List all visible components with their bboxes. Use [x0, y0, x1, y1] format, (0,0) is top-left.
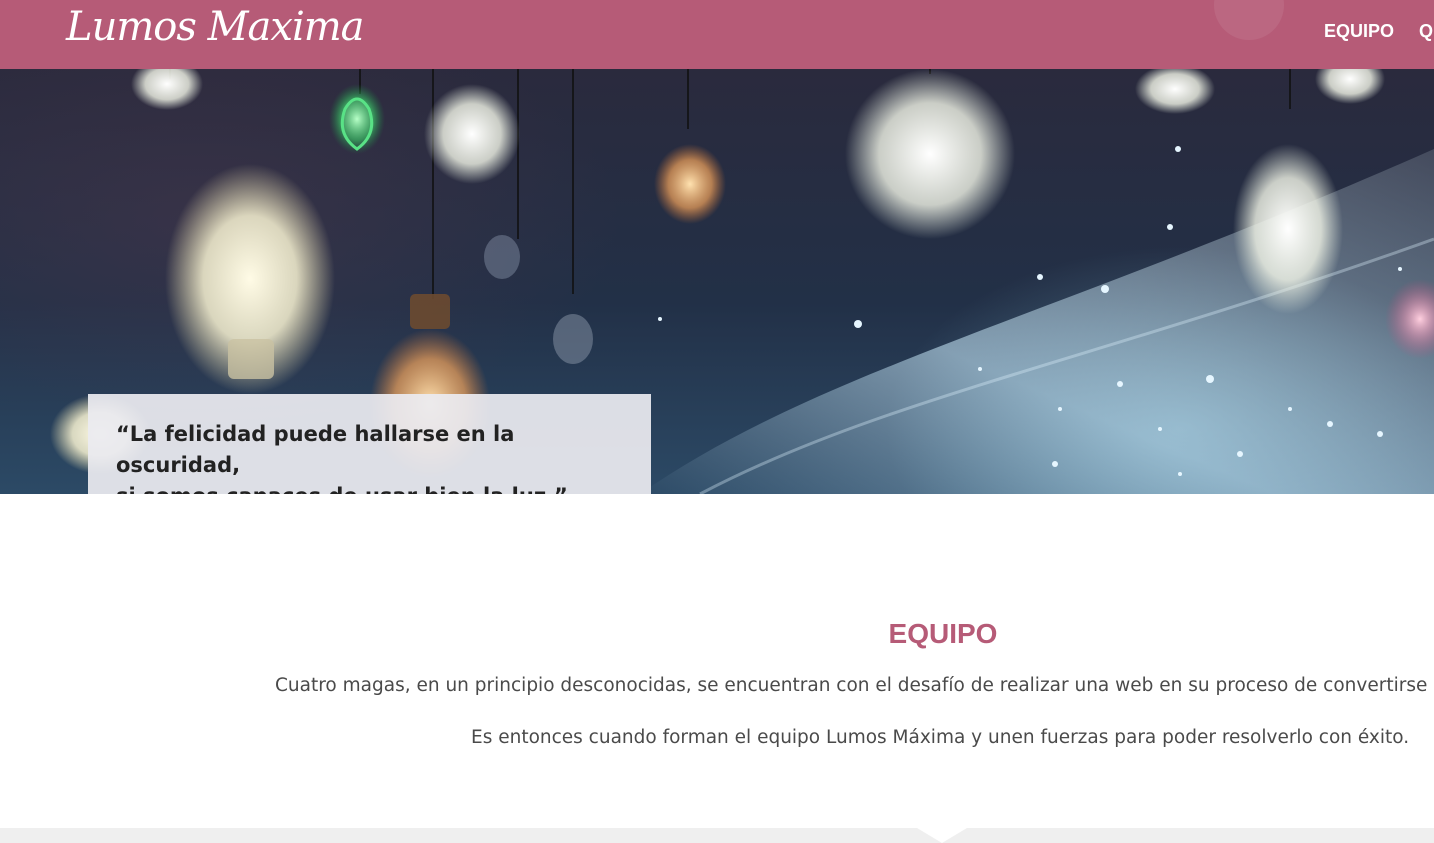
section-divider-notch: [917, 828, 967, 843]
team-paragraph-1: Cuatro magas, en un principio desconocid…: [275, 675, 1434, 696]
hero-banner: “La felicidad puede hallarse en la oscur…: [0, 69, 1434, 494]
site-logo[interactable]: Lumos Maxima: [66, 4, 365, 50]
nav-item-quienes[interactable]: QU: [1419, 21, 1434, 42]
section-divider: [0, 828, 1434, 843]
nav-item-equipo[interactable]: EQUIPO: [1324, 21, 1394, 42]
main-nav: EQUIPO QU: [1324, 0, 1434, 62]
hero-quote-line-2: si somos capaces de usar bien la luz.”: [116, 481, 631, 494]
hero-quote-box: “La felicidad puede hallarse en la oscur…: [88, 394, 651, 494]
team-section-title: EQUIPO: [888, 618, 998, 649]
hero-quote-line-1: “La felicidad puede hallarse en la oscur…: [116, 422, 515, 477]
top-navbar: Lumos Maxima EQUIPO QU: [0, 0, 1434, 69]
team-paragraph-2: Es entonces cuando forman el equipo Lumo…: [471, 727, 1410, 748]
